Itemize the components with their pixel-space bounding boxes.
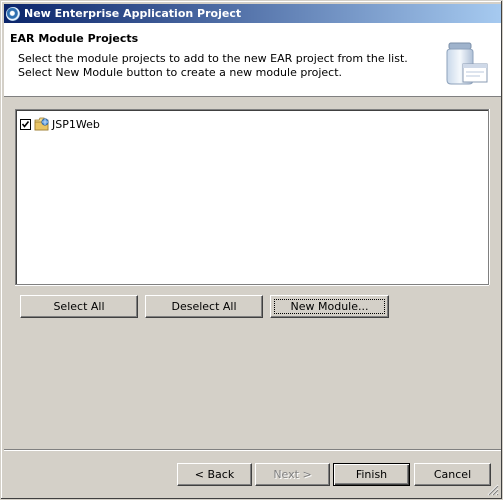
button-bar-separator <box>4 449 501 451</box>
new-module-label: New Module... <box>290 300 369 313</box>
next-button[interactable]: Next > <box>255 463 330 486</box>
list-item-label: JSP1Web <box>52 117 100 131</box>
description-line-1: Select the module projects to add to the… <box>18 52 408 65</box>
select-all-button[interactable]: Select All <box>20 295 138 318</box>
next-label: Next > <box>273 468 312 481</box>
module-project-list[interactable]: JSP1Web <box>15 109 489 285</box>
page-description: Select the module projects to add to the… <box>18 52 408 80</box>
deselect-all-label: Deselect All <box>171 300 237 313</box>
deselect-all-button[interactable]: Deselect All <box>145 295 263 318</box>
finish-label: Finish <box>355 468 388 481</box>
resize-grip-icon[interactable] <box>487 484 499 496</box>
page-title: EAR Module Projects <box>10 32 139 45</box>
window-title: New Enterprise Application Project <box>24 7 242 20</box>
list-item-jsp1web[interactable]: JSP1Web <box>20 116 100 132</box>
checkmark-icon <box>21 120 30 128</box>
web-project-folder-icon <box>34 117 49 131</box>
wizard-dialog: New Enterprise Application Project EAR M… <box>0 0 503 500</box>
description-line-2: Select New Module button to create a new… <box>18 66 343 79</box>
wizard-header: EAR Module Projects Select the module pr… <box>4 23 501 97</box>
new-module-button[interactable]: New Module... <box>270 295 389 318</box>
module-checkbox[interactable] <box>20 118 31 130</box>
eclipse-wizard-icon <box>6 6 20 21</box>
finish-button[interactable]: Finish <box>333 463 410 486</box>
cancel-label: Cancel <box>433 468 472 481</box>
back-button[interactable]: < Back <box>177 463 252 486</box>
select-all-label: Select All <box>53 300 105 313</box>
title-bar[interactable]: New Enterprise Application Project <box>4 4 501 23</box>
back-label: < Back <box>194 468 235 481</box>
ear-jar-wizard-icon <box>446 42 488 85</box>
cancel-button[interactable]: Cancel <box>414 463 491 486</box>
